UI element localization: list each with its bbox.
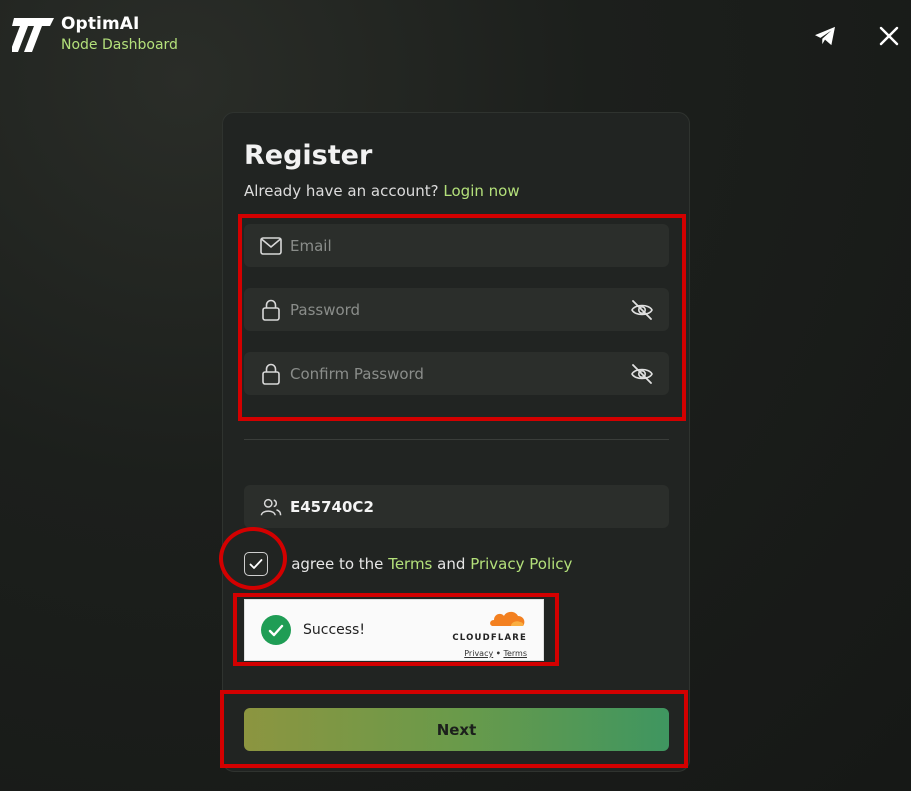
page-title: Register xyxy=(244,140,373,171)
password-input[interactable] xyxy=(290,288,629,331)
users-icon xyxy=(260,496,282,518)
agree-checkbox[interactable] xyxy=(244,552,268,576)
divider xyxy=(244,439,669,440)
check-icon xyxy=(249,559,263,569)
link-separator: • xyxy=(495,649,501,658)
login-prompt-text: Already have an account? xyxy=(244,182,439,200)
referral-code: E45740C2 xyxy=(290,497,374,516)
confirm-password-input[interactable] xyxy=(290,352,629,395)
cloudflare-wordmark: CLOUDFLARE xyxy=(452,633,527,643)
optimai-logo-icon xyxy=(12,18,54,52)
email-field[interactable] xyxy=(244,224,669,267)
terms-link[interactable]: Terms xyxy=(388,555,432,573)
agree-row: I agree to the Terms and Privacy Policy xyxy=(244,552,572,576)
cloudflare-branding: CLOUDFLARE Privacy • Terms xyxy=(452,608,527,658)
brand-subtitle: Node Dashboard xyxy=(61,37,178,53)
telegram-icon[interactable] xyxy=(813,24,837,48)
agree-text: I agree to the Terms and Privacy Policy xyxy=(282,555,572,573)
brand[interactable]: OptimAI Node Dashboard xyxy=(12,16,178,54)
success-check-icon xyxy=(261,615,291,645)
cloudflare-cloud-icon xyxy=(490,611,525,626)
login-prompt: Already have an account? Login now xyxy=(244,182,520,200)
lock-icon xyxy=(260,363,282,385)
referral-field[interactable]: E45740C2 xyxy=(244,485,669,528)
cloudflare-captcha[interactable]: Success! CLOUDFLARE Privacy • Terms xyxy=(244,599,544,661)
privacy-policy-link[interactable]: Privacy Policy xyxy=(470,555,572,573)
brand-name: OptimAI xyxy=(61,14,140,34)
confirm-password-field[interactable] xyxy=(244,352,669,395)
email-input[interactable] xyxy=(290,224,669,267)
mail-icon xyxy=(260,235,282,257)
login-link[interactable]: Login now xyxy=(443,182,519,200)
password-field[interactable] xyxy=(244,288,669,331)
agree-and: and xyxy=(437,555,466,573)
next-button[interactable]: Next xyxy=(244,708,669,751)
captcha-terms-link[interactable]: Terms xyxy=(503,649,527,658)
lock-icon xyxy=(260,299,282,321)
social-links xyxy=(813,24,901,48)
captcha-status: Success! xyxy=(303,622,365,638)
eye-off-icon[interactable] xyxy=(629,297,655,323)
agree-prefix: I agree to the xyxy=(282,555,384,573)
register-card: Register Already have an account? Login … xyxy=(222,112,690,772)
cloudflare-links: Privacy • Terms xyxy=(452,649,527,658)
x-icon[interactable] xyxy=(877,24,901,48)
eye-off-icon[interactable] xyxy=(629,361,655,387)
captcha-privacy-link[interactable]: Privacy xyxy=(464,649,493,658)
